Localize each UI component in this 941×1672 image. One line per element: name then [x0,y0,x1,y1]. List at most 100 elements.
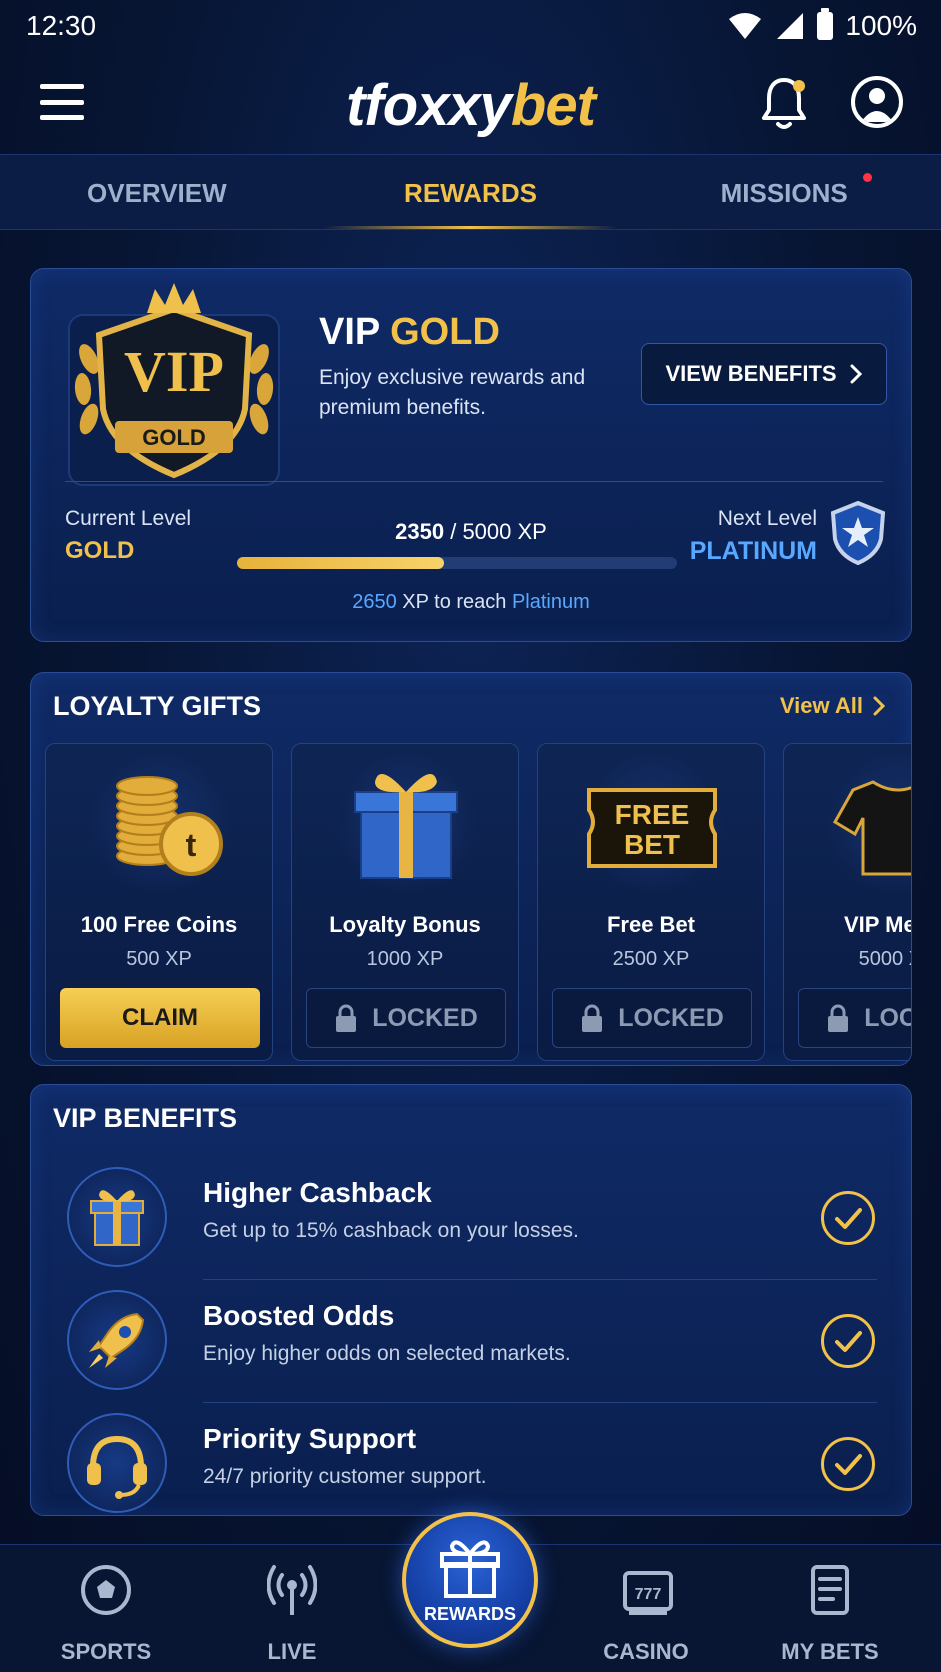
status-bar: 12:30 100% [0,0,941,52]
vip-description: Enjoy exclusive rewards and premium bene… [319,366,586,419]
claim-button[interactable]: CLAIM [60,988,260,1048]
battery-level: 100% [845,10,917,41]
locked-label: LOCKED [864,1003,912,1032]
loyalty-gifts-title: LOYALTY GIFTS [53,691,262,721]
locked-button: LOCKED [552,988,752,1048]
benefit-description: Enjoy higher odds on selected markets. [203,1342,571,1365]
xp-needed-target: Platinum [511,591,590,613]
benefit-row-cashback: Higher Cashback Get up to 15% cashback o… [31,1157,913,1280]
xp-to-next-level: 2650 XP to reach Platinum [31,591,911,614]
divider [65,481,883,482]
jersey-icon [823,752,911,892]
benefit-title: Boosted Odds [203,1300,395,1331]
gift-card-free-coins[interactable]: t 100 Free Coins 500 XP CLAIM [45,743,273,1061]
soccer-ball-icon [81,1563,131,1617]
vip-title-prefix: VIP [319,311,380,353]
nav-live[interactable]: LIVE [222,1545,362,1672]
lock-icon [828,1004,849,1032]
tab-missions[interactable]: MISSIONS [627,155,941,229]
current-level-value: GOLD [65,537,135,564]
gift-icon [440,1540,500,1598]
tab-bar: OVERVIEW REWARDS MISSIONS [0,154,941,230]
locked-label: LOCKED [618,1003,724,1032]
signal-icon [777,13,804,39]
vip-benefits-card: VIP BENEFITS Higher Cashback Get up to 1… [30,1084,912,1516]
gift-xp: 2500 XP [612,948,690,970]
status-icons: 100% [727,8,917,42]
check-icon [821,1314,875,1368]
missions-notification-dot [863,173,873,182]
broadcast-icon [266,1563,318,1617]
gift-xp: 1000 XP [366,948,444,970]
lock-icon [336,1004,357,1032]
benefit-row-boosted-odds: Boosted Odds Enjoy higher odds on select… [31,1280,913,1403]
nav-sports[interactable]: SPORTS [36,1545,176,1672]
notification-bell-icon[interactable] [759,74,809,134]
next-level-value: PLATINUM [689,537,817,565]
status-time: 12:30 [26,10,97,41]
nav-label: CASINO [603,1639,689,1664]
view-benefits-label: VIEW BENEFITS [665,361,837,386]
benefit-title: Higher Cashback [203,1177,432,1208]
chevron-right-icon [873,696,885,716]
vip-benefits-title: VIP BENEFITS [53,1103,238,1133]
view-benefits-button[interactable]: VIEW BENEFITS [641,343,887,405]
gift-card-free-bet[interactable]: FREE BET Free Bet 2500 XP LOCKED [537,743,765,1061]
tab-overview[interactable]: OVERVIEW [0,155,314,229]
gift-xp: 5000 XP [858,948,911,970]
nav-my-bets[interactable]: MY BETS [760,1545,900,1672]
gift-name: VIP Merch [844,912,911,937]
view-all-label: View All [779,693,863,718]
gift-card-loyalty-bonus[interactable]: Loyalty Bonus 1000 XP LOCKED [291,743,519,1061]
nav-casino[interactable]: 777 CASINO [576,1545,716,1672]
notification-dot [793,80,805,92]
gift-icon [67,1167,167,1267]
nav-label: LIVE [267,1639,317,1664]
vip-title-level: GOLD [390,311,500,353]
vip-title: VIP GOLD [319,311,500,354]
app-header: tfoxxybet [0,60,941,150]
platinum-star-badge-icon [830,500,886,566]
nav-label: MY BETS [781,1639,879,1664]
vip-badge-text: VIP [124,339,224,404]
battery-icon [817,8,834,40]
vip-gold-badge-icon: VIP GOLD [67,279,281,489]
benefit-title: Priority Support [203,1423,417,1454]
account-icon[interactable] [851,76,903,128]
coins-icon: t [85,752,235,892]
slot-machine-icon: 777 [621,1563,673,1617]
tab-rewards[interactable]: REWARDS [314,155,628,229]
chevron-right-icon [850,364,862,384]
free-bet-ticket-icon: FREE BET [577,752,727,892]
nav-rewards-button[interactable]: REWARDS [402,1512,538,1648]
nav-label: REWARDS [423,1604,516,1624]
gift-name: Loyalty Bonus [329,912,481,937]
gift-carousel[interactable]: t 100 Free Coins 500 XP CLAIM Loyalty Bo… [45,743,911,1061]
locked-button: LOCKED [798,988,912,1048]
benefit-description: 24/7 priority customer support. [203,1465,487,1488]
svg-text:t: t [186,827,197,863]
rocket-icon [67,1290,167,1390]
view-all-link[interactable]: View All [780,693,885,719]
xp-progress-bar [237,557,677,569]
benefit-description: Get up to 15% cashback on your losses. [203,1219,579,1242]
xp-current: 2350 [395,519,445,544]
logo-part-2: bet [510,73,596,138]
benefit-row-priority-support: Priority Support 24/7 priority customer … [31,1403,913,1526]
logo-part-1: tfoxxy [346,73,512,138]
next-level-label: Next Level [717,507,817,530]
gift-card-vip-merch[interactable]: VIP Merch 5000 XP LOCKED [783,743,912,1061]
check-icon [821,1437,875,1491]
gift-box-icon [331,752,481,892]
xp-needed-text: XP to reach [402,591,507,613]
check-icon [821,1191,875,1245]
bet-slip-icon [805,1563,855,1617]
vip-badge-ribbon: GOLD [142,425,206,450]
current-level-label: Current Level [65,507,192,530]
gift-name: 100 Free Coins [80,912,238,937]
tab-label: OVERVIEW [87,178,227,208]
gift-xp: 500 XP [126,948,192,970]
vip-status-card: VIP GOLD VIP GOLD Enjoy exclusive reward… [30,268,912,642]
wifi-icon [729,13,762,39]
xp-total: / 5000 XP [450,519,547,544]
